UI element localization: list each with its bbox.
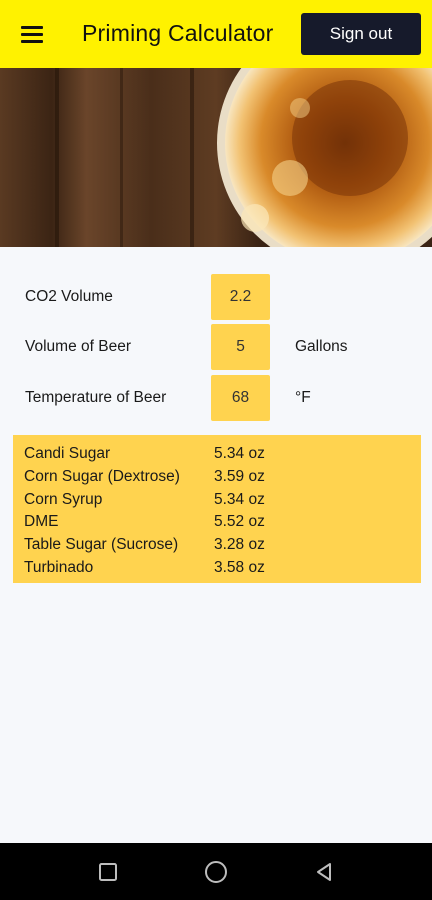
result-row: Table Sugar (Sucrose) 3.28 oz	[13, 534, 421, 557]
result-name: Corn Syrup	[24, 490, 103, 508]
recents-square-icon[interactable]	[78, 843, 138, 900]
result-row: Candi Sugar 5.34 oz	[13, 443, 421, 466]
result-value: 3.59 oz	[214, 467, 265, 485]
result-value: 5.52 oz	[214, 513, 265, 531]
beer-temperature-unit: °F	[295, 389, 311, 406]
sugar-results-panel: Candi Sugar 5.34 oz Corn Sugar (Dextrose…	[13, 435, 421, 583]
result-value: 3.58 oz	[214, 558, 265, 576]
result-row: DME 5.52 oz	[13, 511, 421, 534]
result-value: 3.28 oz	[214, 536, 265, 554]
page-title: Priming Calculator	[82, 20, 274, 46]
beer-hero-image	[0, 68, 432, 247]
home-circle-icon[interactable]	[186, 843, 246, 900]
co2-volume-input[interactable]	[211, 274, 270, 320]
sign-out-button[interactable]: Sign out	[301, 13, 421, 55]
beer-temperature-input[interactable]	[211, 375, 270, 421]
system-navigation-bar	[0, 843, 432, 900]
beer-volume-label: Volume of Beer	[25, 338, 131, 355]
result-value: 5.34 oz	[214, 490, 265, 508]
result-row: Turbinado 3.58 oz	[13, 557, 421, 580]
menu-icon[interactable]	[18, 22, 46, 46]
result-row: Corn Syrup 5.34 oz	[13, 489, 421, 512]
beer-temperature-row: Temperature of Beer °F	[0, 375, 432, 421]
result-value: 5.34 oz	[214, 445, 265, 462]
result-name: Table Sugar (Sucrose)	[24, 536, 179, 554]
back-triangle-icon[interactable]	[294, 843, 354, 900]
beer-volume-unit: Gallons	[295, 338, 348, 355]
result-name: Corn Sugar (Dextrose)	[24, 467, 180, 485]
app-bar: Priming Calculator Sign out	[0, 0, 432, 68]
result-name: Candi Sugar	[24, 445, 111, 462]
beer-volume-row: Volume of Beer Gallons	[0, 324, 432, 370]
co2-volume-label: CO2 Volume	[25, 288, 113, 305]
co2-volume-row: CO2 Volume	[0, 274, 432, 320]
result-name: Turbinado	[24, 558, 94, 576]
result-row: Corn Sugar (Dextrose) 3.59 oz	[13, 466, 421, 489]
beer-volume-input[interactable]	[211, 324, 270, 370]
beer-temperature-label: Temperature of Beer	[25, 389, 167, 406]
result-name: DME	[24, 513, 59, 531]
